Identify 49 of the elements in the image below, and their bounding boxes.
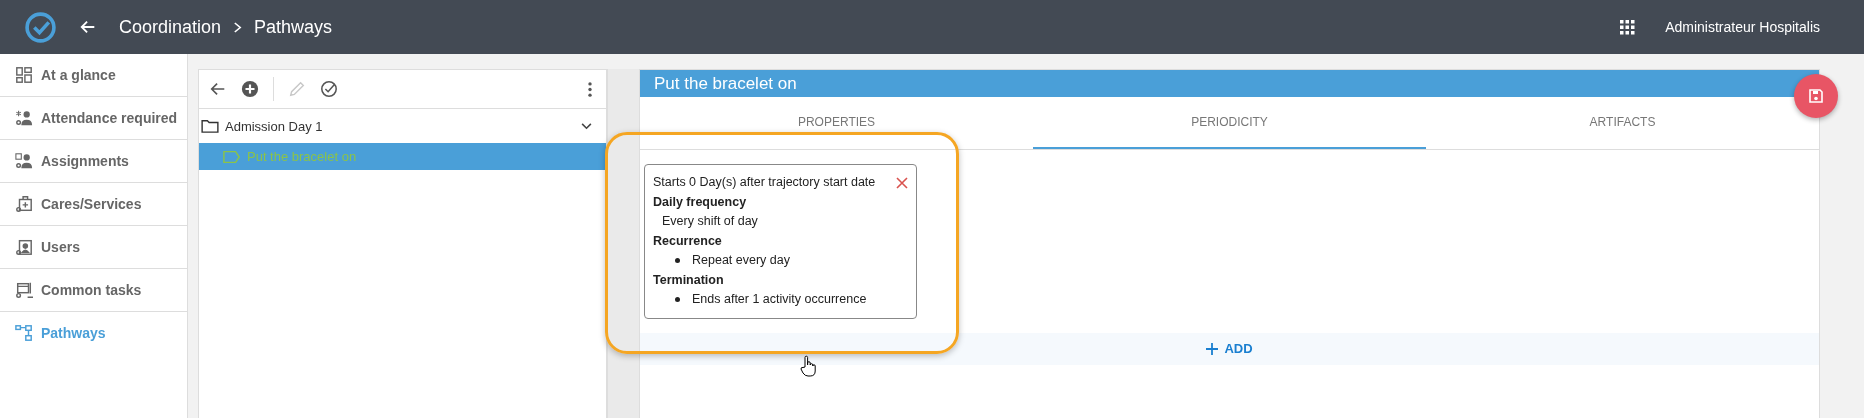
panel-title: Put the bracelet on: [640, 70, 1819, 97]
hand-cursor-icon: [800, 355, 816, 377]
section-text: Every shift of day: [661, 213, 759, 230]
back-arrow-icon[interactable]: [79, 18, 97, 36]
breadcrumb-item: Pathways: [254, 16, 333, 38]
section-heading: Termination: [653, 271, 725, 289]
tab[interactable]: PROPERTIES: [640, 97, 1033, 149]
badge-icon: [15, 238, 33, 256]
plus-icon: [1206, 342, 1219, 355]
start-text: Starts 0 Day(s) after trajectory start date: [653, 174, 876, 191]
sidebar-item[interactable]: Common tasks: [0, 269, 187, 312]
section-text: Repeat every day: [692, 252, 790, 269]
splitter-handle[interactable]: [607, 69, 639, 418]
person-icon: [15, 109, 33, 127]
medical-case-icon: [15, 195, 33, 213]
sidebar-item[interactable]: Assignments: [0, 140, 187, 183]
dashboard-icon: [15, 66, 33, 84]
bullet-icon: [675, 258, 680, 264]
tab[interactable]: PERIODICITY: [1033, 97, 1426, 149]
section-heading: Daily frequency: [653, 193, 748, 211]
apps-grid-icon[interactable]: [1620, 19, 1636, 35]
logo-icon[interactable]: [24, 10, 57, 44]
person-icon: [15, 152, 33, 170]
save-button[interactable]: [1794, 74, 1838, 118]
save-icon: [1808, 88, 1824, 104]
folder-icon: [201, 119, 219, 133]
user-name[interactable]: Administrateur Hospitalis: [1665, 19, 1820, 35]
sidebar-item[interactable]: Cares/Services: [0, 183, 187, 226]
back-arrow-icon[interactable]: [209, 80, 227, 98]
close-icon[interactable]: [896, 176, 908, 189]
add-icon[interactable]: [241, 80, 259, 98]
breadcrumb-item[interactable]: Coordination: [119, 16, 222, 38]
sidebar-item[interactable]: Attendance required: [0, 97, 187, 140]
tab[interactable]: ARTIFACTS: [1426, 97, 1819, 149]
sidebar-item[interactable]: Users: [0, 226, 187, 269]
tag-icon: [223, 149, 241, 164]
flowchart-icon: [15, 324, 33, 342]
check-circle-icon[interactable]: [320, 80, 338, 98]
sidebar-item[interactable]: At a glance: [0, 54, 187, 97]
chevron-icon: [233, 20, 243, 34]
tree-node[interactable]: Admission Day 1: [199, 109, 606, 143]
bullet-icon: [675, 297, 680, 303]
more-icon[interactable]: [588, 81, 592, 97]
chevron-icon[interactable]: [581, 122, 592, 130]
section-text: Ends after 1 activity occurrence: [692, 291, 867, 308]
section-heading: Recurrence: [653, 232, 723, 250]
add-button[interactable]: ADD: [640, 332, 1819, 365]
calendar-icon: [15, 281, 33, 299]
sidebar-item[interactable]: Pathways: [0, 312, 187, 354]
